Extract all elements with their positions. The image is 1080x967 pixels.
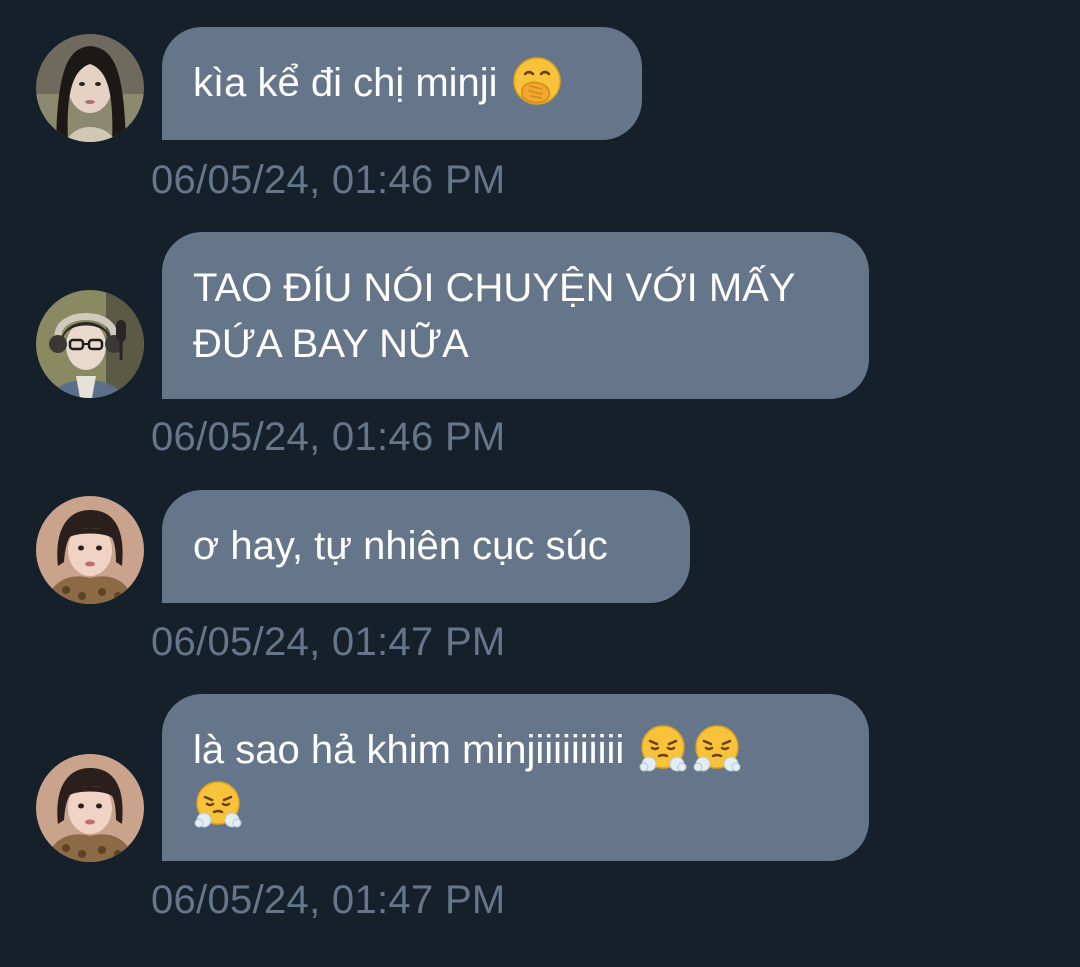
message-row: là sao hả khim minjiiiiiiiiii 06/05/24, … (0, 0, 1080, 940)
face-with-steam-emoji (692, 723, 742, 773)
face-with-steam-emoji (193, 779, 243, 829)
sender-avatar[interactable] (36, 754, 144, 862)
message-timestamp: 06/05/24, 01:47 PM (151, 878, 506, 922)
face-with-steam-emoji (638, 723, 688, 773)
message-text: là sao hả khim minjiiiiiiiiii (193, 728, 625, 772)
message-bubble[interactable]: là sao hả khim minjiiiiiiiiii (162, 694, 869, 861)
